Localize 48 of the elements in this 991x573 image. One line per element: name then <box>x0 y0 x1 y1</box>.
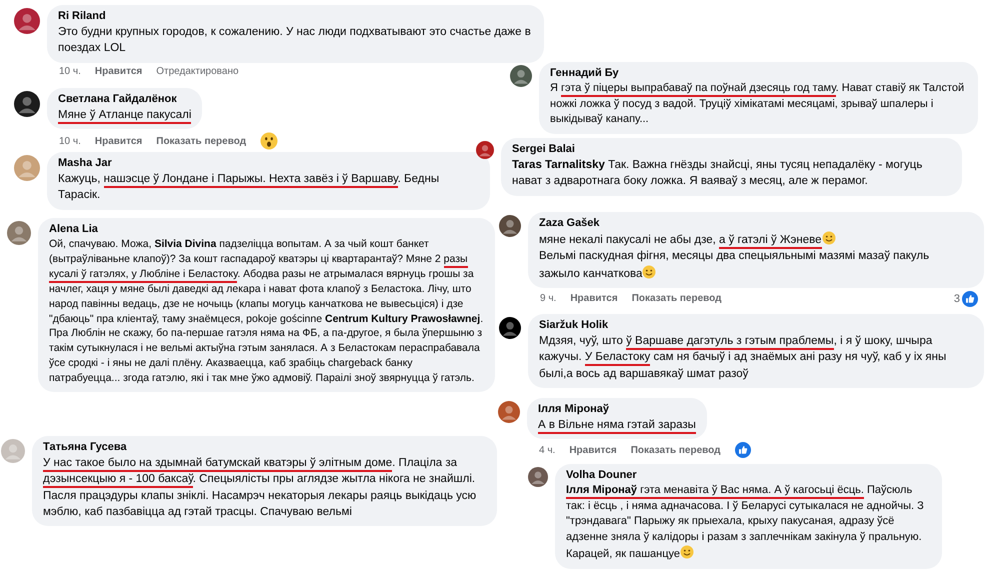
author-name[interactable]: Татьяна Гусева <box>43 440 486 455</box>
thumbs-up-icon[interactable] <box>962 290 978 307</box>
author-name[interactable]: Геннадий Бу <box>550 66 967 81</box>
comment-text: Taras Tarnalitsky Так. Важна гнёзды знайсці, яны тусяц непадалёку - могуць нават з адваротнага боку ложка. Я ваяваў з месяц, але ж перамог. <box>512 158 924 190</box>
author-name[interactable]: Alena Lia <box>49 222 484 237</box>
avatar[interactable] <box>510 65 532 87</box>
action-link[interactable]: Нравится <box>570 293 618 304</box>
comment-text: Кажуць, нашэсце ў Лондане і Парыжы. Нехта завёз і ў Варшаву. Бедны Тарасік. <box>58 172 440 204</box>
author-name[interactable]: Sergei Balai <box>512 142 951 157</box>
author-name[interactable]: Ri Riland <box>58 9 533 24</box>
timestamp[interactable]: 4 ч. <box>539 444 556 456</box>
comment-text: А в Вільне няма гэтай заразы <box>538 417 696 434</box>
comment-text: У нас такое было на здымнай батумскай кватэры ў элітным доме. Плаціла за дэзынсекцыю я - 100 баксаў. Спецыялісты пры аглядзе жытла нікога не знайшлі. Пасля працэдуры клапы зніклі. Насамрэч некаторыя лекары раяць выкідаць усю мэблю, каб пазбавіцца ад гэтай трасцы. Спачуваю вельмі <box>43 456 478 520</box>
surprised-emoji-icon[interactable] <box>260 132 278 150</box>
comment-text: Ілля Міронаў гэта менавіта ў Вас няма. А ў кагосьці ёсць. Паўсюль так: і ёсць , і няма адначасова. І ў Беларусі сутыкалася не аднойчы. З "трэндавага" Парыжу як прыехала, крыху пакусаная, адразу ўсё адзенне зняла ў калідоры і разам з заплечнікам закінула ў пральную. Карацей, як пашанцуе <box>566 483 925 562</box>
action-link[interactable]: Показать перевод <box>632 293 722 304</box>
action-link[interactable]: Нравится <box>94 66 142 77</box>
author-name[interactable]: Ілля Міронаў <box>538 402 696 417</box>
author-name[interactable]: Светлана Гайдалёнок <box>58 92 192 107</box>
author-name[interactable]: Zaza Gašek <box>539 216 973 231</box>
avatar[interactable] <box>528 467 548 487</box>
timestamp[interactable]: 9 ч. <box>540 293 556 304</box>
comment-text: мяне некалі пакусалі не абы дзе, а ў гатэлі ў Жэневе Вельмі паскудная фігня, месяцы два спецыяльнымі мазямі мазаў пакуль зажыло канчаткова <box>539 231 973 282</box>
avatar[interactable] <box>476 141 494 159</box>
action-link[interactable]: Показать перевод <box>156 136 246 147</box>
action-link[interactable]: Нравится <box>94 136 142 147</box>
comment-text: Мдзяя, чуў, што ў Варшаве дагэтуль з гэтым праблемы, і я ў шоку, шчыра кажучы. У Беластоку сам ня бачыў і ад знаёмых ані разу ня чуў, каб у іх яны былі,а вось ад варшавякаў шмат разоў <box>539 334 948 382</box>
comment-text: Это будни крупных городов, к сожалению. У нас люди подхватывают это счастье даже в поездах LOL <box>58 25 532 56</box>
smiley-emoji-icon <box>822 231 836 245</box>
comment-text: Мяне ў Атланце пакусалі <box>58 107 192 124</box>
edited-label: Отредактировано <box>156 66 239 77</box>
smiley-emoji-icon <box>642 264 656 279</box>
thumbs-up-icon[interactable] <box>734 442 751 458</box>
comment-text: Ой, спачуваю. Можа, Silvia Divina падзеліцца вопытам. А за чый кошт банкет (вытраўліваньне клапоў)? За кошт гаспадароў кватэры ці квартарантаў? Мяне 2 разы кусалі ў гатэлях, у Любліне і Беластоку. Абодва разы не атрымалася вярнуць грошы за начлег, хаця у мяне былі даведкі ад лекара і нават фота клапоў з Беластока. Лічу, што народ павінны ведаць, дзе не ночыць (клапы могуць канчаткова не вывесьціся) і дзе "дбаюць" пра кліентаў, таму знаёмцеся, pokoje gościnne Centrum Kultury Prawosławnej. Пра Люблін не скажу, бо па-першае гатэля няма на ФБ, а па-другое, я была ўпершыню з такім сутыкнулася і не вельмі актыўна гэтым занялася. А з Беластокам пераспрабавала ўсе сродкі - і яны не далі плёну. Аказваецца, каб зрабіць chargeback банку патрабуецца... згода гатэлю, які і так мне ўжо адмовіў. Параілі зноў звярнуцца ў гатэль. <box>49 237 484 386</box>
action-link[interactable]: Нравится <box>569 444 617 456</box>
avatar[interactable] <box>499 215 521 237</box>
comment-text: Я гэта ў піцеры выпрабаваў па поўнай дзесяць год таму. Нават ставіў як Талстой ножкі ложка ў посуд з вадой. Труціў хімікатамі месяцамі, зрываў шпалеры і выкідываў канапу... <box>550 81 966 128</box>
avatar[interactable] <box>14 91 40 117</box>
reaction-count[interactable]: 3 <box>954 292 960 305</box>
author-name[interactable]: Volha Douner <box>566 468 931 483</box>
smiley-emoji-icon <box>680 545 694 560</box>
author-name[interactable]: Siaržuk Holik <box>539 318 973 333</box>
author-name[interactable]: Masha Jar <box>58 156 479 171</box>
action-link[interactable]: Показать перевод <box>630 444 721 456</box>
timestamp[interactable]: 10 ч. <box>59 136 81 147</box>
timestamp[interactable]: 10 ч. <box>59 66 81 77</box>
avatar[interactable] <box>14 8 40 34</box>
avatar[interactable] <box>499 317 521 339</box>
